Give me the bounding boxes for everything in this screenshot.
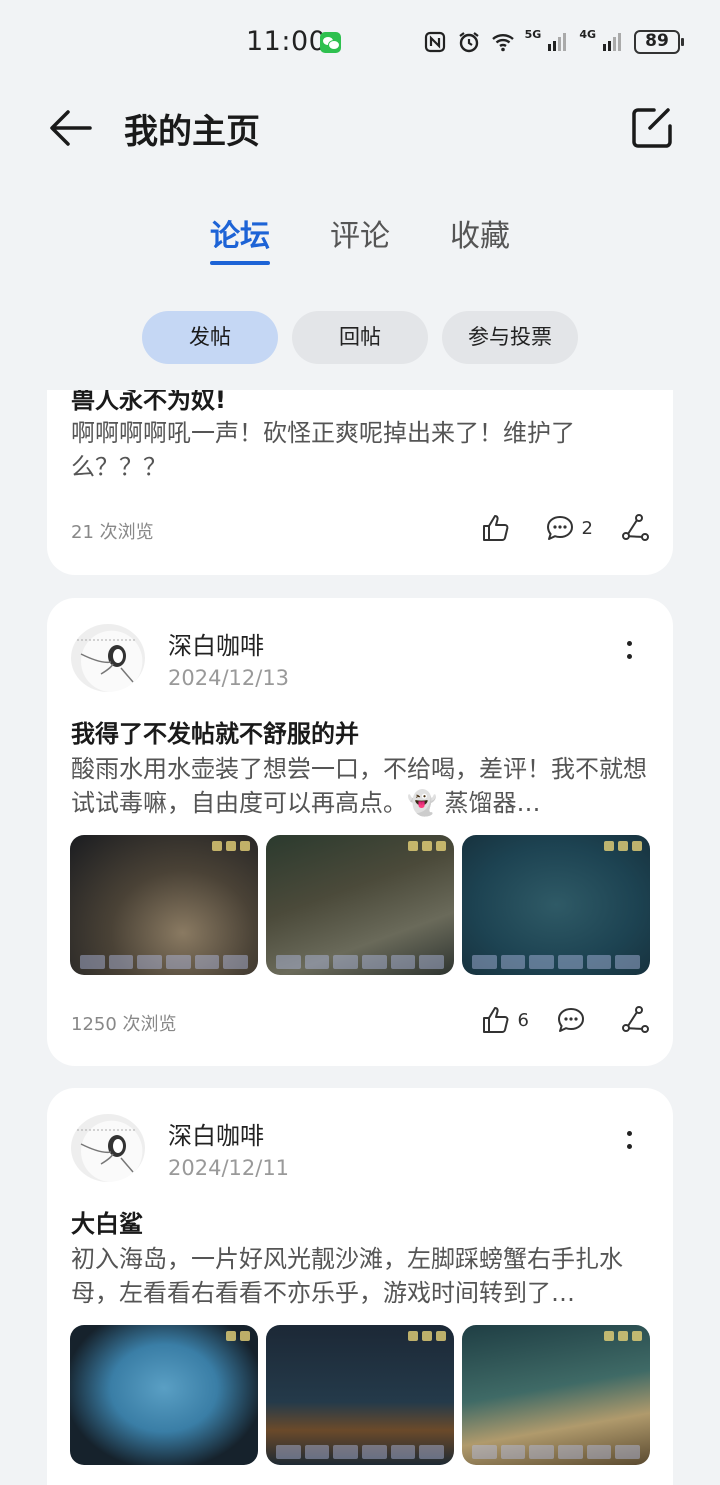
post-actions: 6	[480, 1004, 651, 1036]
comment-count: 2	[581, 517, 593, 539]
signal-4g-label: 4G	[579, 28, 596, 41]
page-title: 我的主页	[124, 112, 260, 152]
signal-5g-label: 5G	[524, 28, 542, 41]
author-avatar[interactable]	[71, 624, 145, 692]
subtab-replies[interactable]: 回帖	[292, 311, 428, 364]
battery-indicator: 89	[634, 30, 684, 54]
author-avatar[interactable]	[71, 1114, 145, 1182]
share-icon	[622, 514, 649, 541]
author-name[interactable]: 深白咖啡	[168, 1116, 264, 1151]
avatar-image	[77, 639, 137, 683]
post-excerpt: 酸雨水用水壶装了想尝一口，不给喝，差评！我不就想试试毒嘛，自由度可以再高点。👻 …	[71, 755, 647, 817]
post-image[interactable]	[462, 1325, 650, 1465]
signal-4g-icon	[603, 33, 621, 51]
tab-comments[interactable]: 评论	[330, 211, 390, 255]
post-image[interactable]	[70, 835, 258, 975]
status-time: 11:00	[246, 26, 327, 57]
thumbs-up-icon	[482, 1007, 508, 1033]
image-gallery	[70, 835, 650, 975]
signal-5g-icon	[548, 33, 567, 51]
post-excerpt: 初入海岛，一片好风光靓沙滩，左脚踩螃蟹右手扎水母，左看看右看看不亦乐乎，游戏时间…	[71, 1245, 623, 1307]
comment-button[interactable]	[555, 1004, 593, 1036]
post-title: 我得了不发帖就不舒服的并	[71, 720, 359, 748]
header: 我的主页	[0, 84, 720, 174]
more-options-button[interactable]	[617, 1126, 641, 1166]
like-count: 6	[517, 1009, 529, 1031]
post-date: 2024/12/13	[168, 666, 290, 690]
post-actions: 2	[480, 512, 651, 544]
post-image[interactable]	[462, 835, 650, 975]
subtab-votes[interactable]: 参与投票	[442, 311, 578, 364]
post-image[interactable]	[266, 1325, 454, 1465]
tab-bar: 论坛 评论 收藏	[0, 205, 720, 275]
share-button[interactable]	[619, 512, 651, 544]
tab-favorites[interactable]: 收藏	[450, 211, 510, 255]
back-arrow-icon	[50, 110, 92, 146]
wechat-notification-icon	[320, 32, 341, 53]
post-title: 兽人永不为奴!	[71, 390, 226, 414]
like-button[interactable]: 6	[480, 1004, 529, 1036]
view-count: 1250 次浏览	[71, 1014, 177, 1035]
nfc-icon	[424, 31, 445, 53]
post-title: 大白鲨	[71, 1210, 143, 1238]
comment-icon	[546, 516, 573, 540]
back-button[interactable]	[44, 104, 96, 152]
post-image[interactable]	[266, 835, 454, 975]
post-card[interactable]: 兽人永不为奴! 啊啊啊啊吼一声！砍怪正爽呢掉出来了！维护了么？？？ 21 次浏览…	[47, 390, 673, 575]
status-icons: 5G 4G 89	[423, 28, 684, 56]
post-card[interactable]: 深白咖啡 2024/12/13 我得了不发帖就不舒服的并 酸雨水用水壶装了想尝一…	[47, 598, 673, 1066]
active-tab-indicator	[210, 261, 270, 265]
comment-button[interactable]: 2	[544, 512, 593, 544]
post-feed[interactable]: 兽人永不为奴! 啊啊啊啊吼一声！砍怪正爽呢掉出来了！维护了么？？？ 21 次浏览…	[0, 390, 720, 1485]
subtab-posts[interactable]: 发帖	[142, 311, 278, 364]
image-gallery	[70, 1325, 650, 1465]
post-excerpt: 啊啊啊啊吼一声！砍怪正爽呢掉出来了！维护了么？？？	[71, 419, 575, 481]
status-bar: 11:00 5G 4G 89	[0, 0, 720, 84]
post-date: 2024/12/11	[168, 1156, 290, 1180]
like-button[interactable]	[480, 512, 518, 544]
wifi-icon	[491, 34, 514, 52]
avatar-image	[77, 1129, 137, 1173]
share-icon	[622, 1006, 649, 1033]
thumbs-up-icon	[482, 515, 508, 541]
compose-button[interactable]	[628, 104, 676, 152]
share-button[interactable]	[619, 1004, 651, 1036]
alarm-icon	[458, 32, 479, 53]
more-options-button[interactable]	[617, 636, 641, 676]
edit-icon	[632, 108, 672, 148]
tab-forum[interactable]: 论坛	[210, 211, 270, 255]
comment-icon	[558, 1008, 584, 1032]
author-name[interactable]: 深白咖啡	[168, 626, 264, 661]
post-image[interactable]	[70, 1325, 258, 1465]
view-count: 21 次浏览	[71, 522, 154, 543]
post-card[interactable]: 深白咖啡 2024/12/11 大白鲨 初入海岛，一片好风光靓沙滩，左脚踩螃蟹右…	[47, 1088, 673, 1485]
